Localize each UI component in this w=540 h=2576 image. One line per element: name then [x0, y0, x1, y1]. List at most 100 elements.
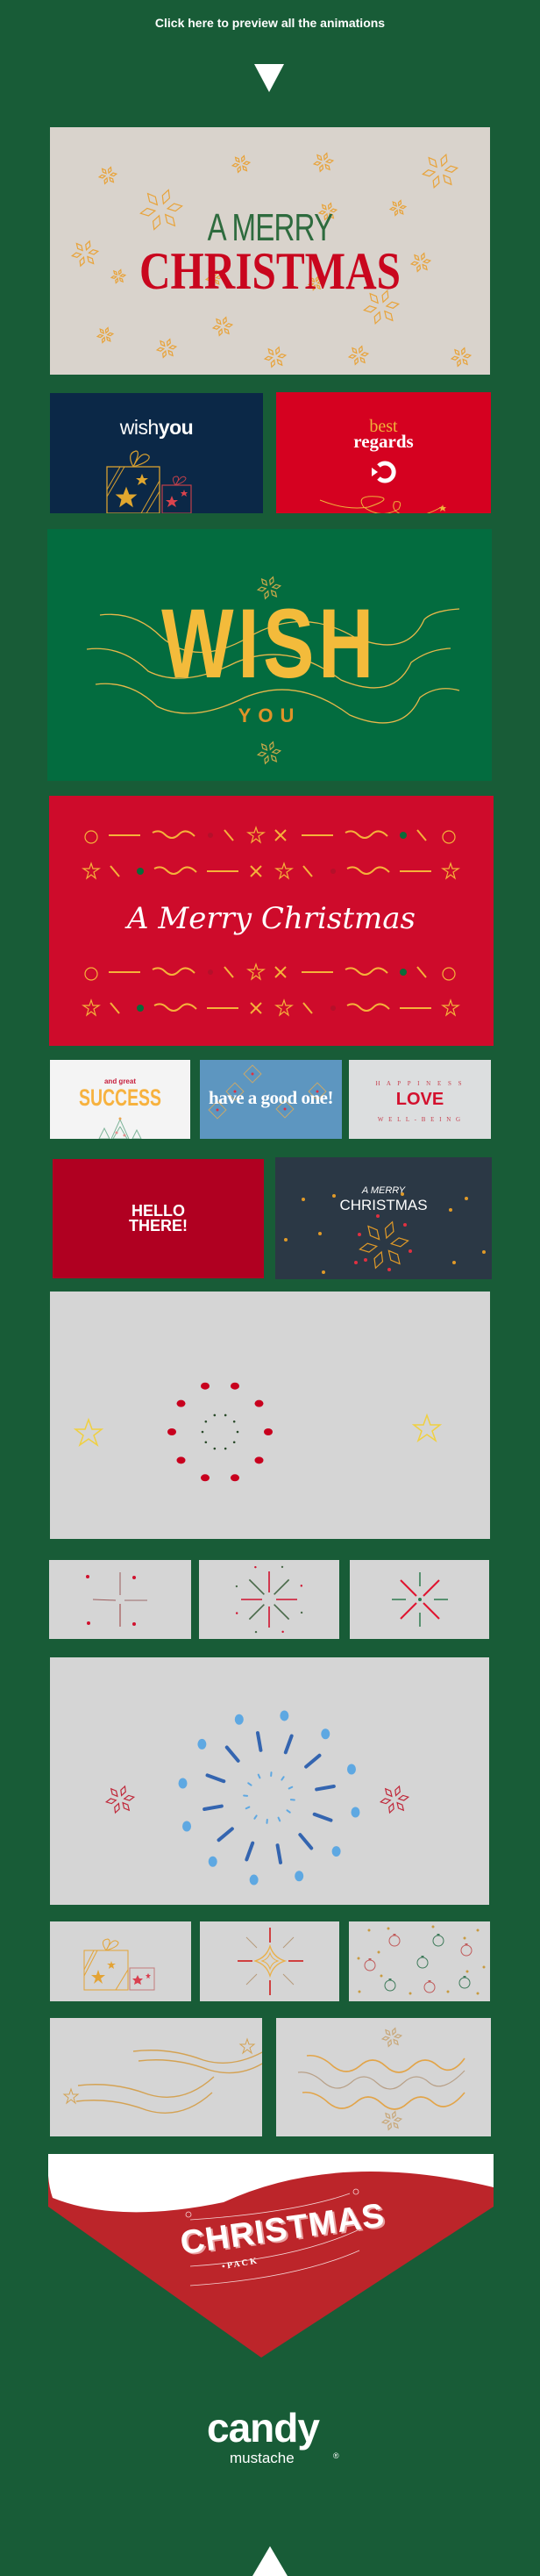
slash-shape — [110, 865, 120, 877]
triangle-down-icon[interactable] — [254, 64, 284, 92]
card-love[interactable]: H A P P I N E S S LOVE W E L L - B E I N… — [349, 1060, 491, 1139]
red-dot — [403, 1223, 407, 1227]
red-dot — [376, 1214, 380, 1218]
card-wish-green[interactable]: WISH YOU — [47, 529, 492, 781]
card-sparkle[interactable] — [200, 1921, 339, 2001]
green-dot-shape — [137, 868, 144, 875]
ornament-icon — [416, 1957, 429, 1969]
card-waves[interactable] — [276, 2018, 491, 2136]
star-dot — [358, 1990, 361, 1993]
wave-shape — [152, 830, 195, 839]
star-dot — [482, 1250, 486, 1254]
burst-dot — [235, 1612, 238, 1614]
star-dot — [284, 1238, 288, 1241]
burst-line — [248, 1578, 265, 1595]
snowflake-icon — [422, 153, 458, 190]
ribbon-swirl — [319, 496, 444, 513]
red-dot — [364, 1258, 367, 1262]
star-icon — [82, 862, 101, 880]
card-gifts[interactable] — [50, 1921, 191, 2001]
green-dot — [236, 1430, 239, 1434]
card-good-one[interactable]: have a good one! — [200, 1060, 342, 1139]
card-hello-there[interactable]: HELLO THERE! — [53, 1159, 264, 1278]
wave-shape — [345, 967, 388, 976]
card-best-regards[interactable]: best regards — [276, 392, 491, 513]
snowflake-icon — [380, 2110, 403, 2131]
star-dot — [476, 1992, 480, 1995]
snowflake-icon — [211, 316, 234, 337]
blue-dash — [304, 1753, 322, 1769]
burst-dot — [281, 1565, 284, 1569]
well-being-text: W E L L - B E I N G — [377, 1116, 463, 1123]
blue-dash — [298, 1833, 314, 1850]
blue-dot — [197, 1738, 207, 1750]
love-text: LOVE — [395, 1090, 444, 1109]
card-burst-2[interactable] — [199, 1560, 339, 1639]
card-dark-christmas[interactable]: A MERRY CHRISTMAS — [275, 1157, 492, 1279]
card-script-merry-christmas[interactable]: A Merry Christmas — [49, 796, 494, 1046]
preview-animations-link[interactable]: Click here to preview all the animations — [0, 16, 540, 30]
red-dot — [387, 1268, 391, 1271]
burst-dot — [300, 1611, 303, 1614]
ornament-icon — [432, 1935, 444, 1947]
blue-dot — [321, 1728, 330, 1740]
card-ornaments[interactable] — [349, 1921, 490, 2001]
star-dot — [367, 1928, 371, 1932]
card-burst-1[interactable] — [49, 1560, 191, 1639]
wave-shape — [346, 1003, 390, 1012]
burst-dot — [281, 1630, 284, 1634]
card-ring-animation[interactable] — [50, 1292, 490, 1539]
cross-shape — [250, 1002, 262, 1014]
ornament-icon — [388, 1935, 401, 1947]
slash-shape — [416, 829, 427, 841]
slash-shape — [224, 966, 234, 978]
ornament-icon — [84, 967, 98, 981]
candy-logo-icon — [372, 461, 396, 483]
star-dot — [431, 1925, 435, 1928]
red-dot — [230, 1382, 239, 1390]
red-dot — [230, 1474, 239, 1482]
star-icon — [439, 504, 446, 512]
burst-dot — [254, 1565, 257, 1569]
blue-dash — [245, 1841, 255, 1862]
blue-dot-small — [257, 1773, 261, 1779]
star-icon — [73, 1417, 104, 1447]
star-dot — [476, 1928, 480, 1932]
triangle-up-icon[interactable] — [252, 2546, 288, 2576]
star-dot — [465, 1970, 469, 1973]
cross-shape — [274, 829, 287, 841]
ornament-icon — [442, 830, 456, 844]
christmas-pack-banner[interactable]: CHRISTMAS • P A C K — [48, 2154, 494, 2358]
you-subtitle: YOU — [238, 705, 302, 726]
snowflake-icon — [104, 1785, 136, 1814]
star-dot — [302, 1198, 305, 1201]
star-dot — [357, 1957, 360, 1960]
ornament-icon — [460, 1944, 472, 1957]
card-shooting-stars[interactable] — [50, 2018, 262, 2136]
star-icon — [274, 862, 294, 880]
card-success[interactable]: and great SUCCESS — [50, 1060, 190, 1139]
green-dot — [224, 1413, 227, 1417]
star-icon — [62, 2087, 80, 2105]
star-dot — [482, 1965, 486, 1969]
blue-dot — [280, 1710, 289, 1721]
star-icon — [441, 998, 460, 1017]
blue-dot-small — [288, 1785, 294, 1790]
snowflake-icon — [379, 1785, 410, 1814]
candy-mustache-logo[interactable]: candy mustache ® — [203, 2404, 344, 2474]
blue-dot — [346, 1764, 356, 1775]
card-firework-blue[interactable] — [50, 1657, 489, 1905]
star-icon — [246, 962, 266, 981]
green-dot-shape — [400, 969, 407, 976]
ornament-icon — [364, 1959, 376, 1971]
star-dot — [318, 1232, 322, 1235]
star-dot — [387, 1927, 390, 1930]
card-burst-3[interactable] — [350, 1560, 489, 1639]
card-merry-christmas-beige[interactable]: A MERRY CHRISTMAS — [50, 127, 490, 375]
star-dot — [377, 1950, 380, 1954]
burst-dot — [254, 1630, 258, 1634]
red-dot — [201, 1382, 210, 1390]
wish-title: WISH — [161, 589, 378, 698]
card-wish-you[interactable]: wishyou — [50, 393, 263, 513]
blue-dash — [315, 1784, 336, 1792]
